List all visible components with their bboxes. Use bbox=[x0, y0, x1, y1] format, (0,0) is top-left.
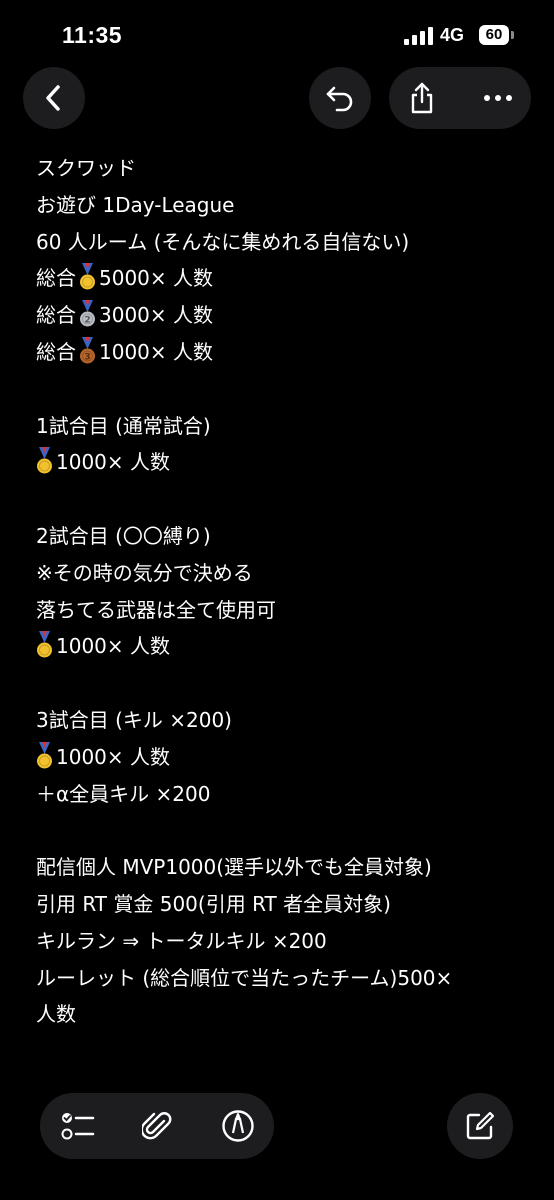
network-type: 4G bbox=[440, 25, 465, 45]
battery-level: 60 bbox=[485, 26, 503, 43]
note-line-text: ＋α全員キル ×200 bbox=[36, 781, 211, 806]
share-icon bbox=[411, 82, 433, 114]
battery-icon: 60 bbox=[479, 25, 509, 45]
svg-text:2: 2 bbox=[84, 316, 90, 326]
action-pill bbox=[389, 67, 531, 129]
compose-icon bbox=[466, 1111, 495, 1140]
note-line-text: 配信個人 MVP1000(選手以外でも全員対象) bbox=[36, 855, 432, 880]
note-line-text: 1000× 人数 bbox=[56, 744, 171, 769]
battery-tip bbox=[511, 31, 514, 39]
svg-text:3: 3 bbox=[84, 352, 90, 362]
note-line: 1000× 人数 bbox=[36, 628, 526, 665]
markup-pen-icon bbox=[222, 1110, 254, 1142]
note-line: スクワッド bbox=[36, 150, 526, 187]
note-line bbox=[36, 812, 526, 849]
more-button[interactable] bbox=[465, 67, 531, 129]
note-line-text: 1000× 人数 bbox=[99, 339, 214, 364]
chevron-left-icon bbox=[46, 85, 60, 111]
note-line: ルーレット (総合順位で当たったチーム)500× bbox=[36, 960, 526, 997]
note-body[interactable]: スクワッドお遊び 1Day-League 60 人ルーム (そんなに集めれる自信な… bbox=[36, 150, 526, 1033]
undo-icon bbox=[326, 86, 353, 112]
gold-medal-icon bbox=[37, 631, 52, 658]
note-line-text: ※その時の気分で決める bbox=[36, 560, 253, 585]
note-line-text: 1000× 人数 bbox=[56, 634, 171, 659]
note-line bbox=[36, 371, 526, 408]
note-line-text: 1試合目 (通常試合) bbox=[36, 413, 211, 438]
note-line-text: 落ちてる武器は全て使用可 bbox=[36, 597, 276, 622]
undo-button[interactable] bbox=[309, 67, 371, 129]
note-line: ＋α全員キル ×200 bbox=[36, 776, 526, 813]
status-time: 11:35 bbox=[62, 22, 123, 48]
note-line-text: 3000× 人数 bbox=[99, 303, 214, 328]
attachment-button[interactable] bbox=[127, 1093, 187, 1159]
note-line: 配信個人 MVP1000(選手以外でも全員対象) bbox=[36, 849, 526, 886]
bottom-toolbar bbox=[40, 1093, 274, 1159]
note-line: 総合 2 3000× 人数 bbox=[36, 297, 526, 334]
note-line-prefix: 総合 bbox=[36, 303, 76, 328]
note-line: キルラン ⇒ トータルキル ×200 bbox=[36, 923, 526, 960]
note-line: 2試合目 (〇〇縛り) bbox=[36, 518, 526, 555]
checklist-icon bbox=[61, 1113, 95, 1140]
note-line-text: お遊び 1Day-League bbox=[36, 192, 235, 217]
ellipsis-icon bbox=[484, 95, 512, 101]
note-line: ※その時の気分で決める bbox=[36, 555, 526, 592]
note-line: 1000× 人数 bbox=[36, 739, 526, 776]
note-line-prefix: 総合 bbox=[36, 339, 76, 364]
note-line bbox=[36, 481, 526, 518]
gold-medal-icon bbox=[37, 447, 52, 474]
note-line: 引用 RT 賞金 500(引用 RT 者全員対象) bbox=[36, 886, 526, 923]
note-line: 落ちてる武器は全て使用可 bbox=[36, 592, 526, 629]
note-line: 人数 bbox=[36, 996, 526, 1033]
note-line-text: 3試合目 (キル ×200) bbox=[36, 707, 232, 732]
paperclip-icon bbox=[142, 1112, 172, 1140]
bronze-medal-icon: 3 bbox=[80, 336, 95, 364]
note-line: 3試合目 (キル ×200) bbox=[36, 702, 526, 739]
note-line-text: ルーレット (総合順位で当たったチーム)500× bbox=[36, 965, 453, 990]
checklist-button[interactable] bbox=[48, 1093, 108, 1159]
back-button[interactable] bbox=[23, 67, 85, 129]
compose-button[interactable] bbox=[447, 1093, 513, 1159]
note-line-text: 2試合目 (〇〇縛り) bbox=[36, 523, 211, 548]
gold-medal-icon bbox=[37, 741, 52, 769]
note-line: 1000× 人数 bbox=[36, 444, 526, 481]
note-line-prefix: 総合 bbox=[36, 266, 76, 291]
note-line-text: 5000× 人数 bbox=[99, 266, 214, 291]
note-line-text: 1000× 人数 bbox=[56, 450, 171, 475]
status-bar: 11:35 4G 60 bbox=[0, 0, 554, 70]
note-line-text: スクワッド bbox=[36, 156, 136, 180]
note-line-text: 引用 RT 賞金 500(引用 RT 者全員対象) bbox=[36, 891, 391, 916]
note-line: 総合 3 1000× 人数 bbox=[36, 334, 526, 371]
gold-medal-icon bbox=[80, 263, 95, 290]
note-line-text: 60 人ルーム (そんなに集めれる自信ない) bbox=[36, 229, 410, 254]
note-line-text: 人数 bbox=[36, 1002, 76, 1027]
cellular-signal-icon bbox=[404, 27, 434, 45]
note-line-text: キルラン ⇒ トータルキル ×200 bbox=[36, 928, 327, 953]
note-line bbox=[36, 665, 526, 702]
note-line: 60 人ルーム (そんなに集めれる自信ない) bbox=[36, 224, 526, 261]
silver-medal-icon: 2 bbox=[80, 300, 95, 327]
share-button[interactable] bbox=[389, 67, 455, 129]
markup-button[interactable] bbox=[208, 1093, 268, 1159]
note-line: 1試合目 (通常試合) bbox=[36, 408, 526, 445]
note-line: お遊び 1Day-League bbox=[36, 187, 526, 224]
note-line: 総合 5000× 人数 bbox=[36, 260, 526, 297]
